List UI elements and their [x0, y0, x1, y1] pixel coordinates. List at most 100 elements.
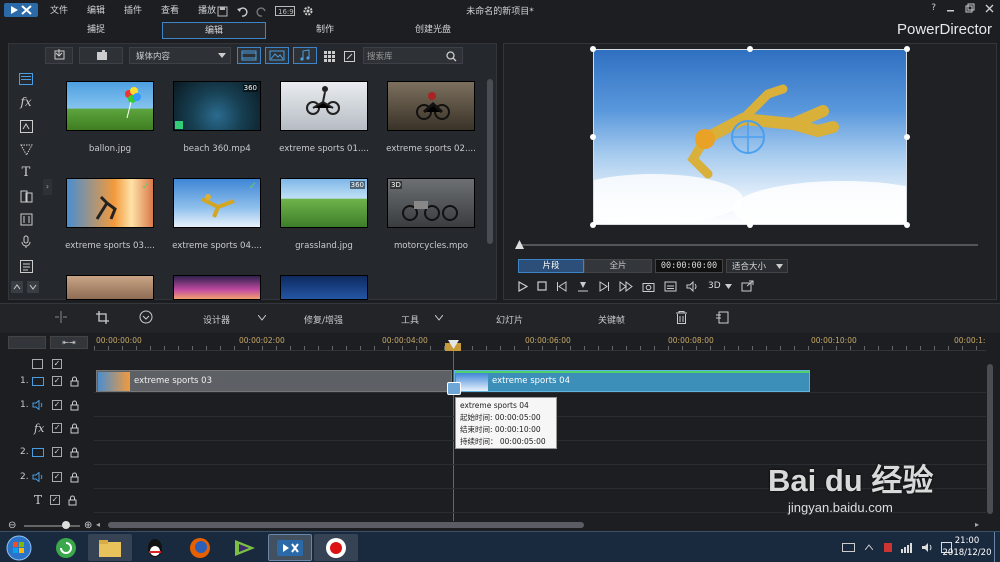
keyframe-button[interactable]: 关键帧 — [598, 313, 625, 326]
lock-icon[interactable] — [70, 472, 79, 483]
timecode-display[interactable]: 00:00:00:00 — [655, 259, 723, 273]
network-icon[interactable] — [901, 542, 913, 553]
stop-icon[interactable] — [537, 281, 547, 291]
security-icon[interactable] — [883, 541, 893, 553]
resize-handle[interactable] — [590, 46, 596, 52]
3d-toggle[interactable]: 3D — [708, 281, 721, 291]
preview-video-frame[interactable] — [593, 49, 907, 225]
resize-handle[interactable] — [747, 222, 753, 228]
movie-mode-button[interactable]: 全片 — [584, 259, 652, 273]
thumb-grassland[interactable]: 360 — [280, 178, 368, 228]
thumb-extreme-sports-02[interactable] — [387, 81, 475, 131]
tab-edit[interactable]: 编辑 — [162, 22, 266, 39]
media-type-dropdown[interactable]: 媒体内容 — [129, 47, 231, 64]
thumb-ballon[interactable] — [66, 81, 154, 131]
taskbar-recorder-icon[interactable] — [314, 534, 358, 561]
voice-over-icon[interactable] — [18, 234, 34, 250]
zoom-in-icon[interactable]: ⊕ — [84, 520, 92, 531]
enable-all-checkbox[interactable]: ✓ — [52, 359, 62, 369]
track-enable-checkbox[interactable]: ✓ — [52, 447, 62, 457]
particle-room-icon[interactable] — [18, 141, 34, 157]
thumb-extreme-sports-04[interactable]: ✓ — [173, 178, 261, 228]
next-frame-icon[interactable] — [598, 280, 610, 292]
track-enable-checkbox[interactable]: ✓ — [50, 495, 61, 505]
lock-icon[interactable] — [68, 495, 77, 506]
mask-icon[interactable] — [139, 310, 153, 324]
minimize-icon[interactable] — [946, 4, 955, 13]
scroll-right-icon[interactable]: ▸ — [975, 520, 979, 529]
fx-room-icon[interactable]: fx — [18, 94, 34, 110]
thumb-partial[interactable] — [280, 275, 368, 300]
clock[interactable]: 21:00 2018/12/20 — [942, 535, 992, 559]
timeline-h-scrollbar[interactable] — [108, 522, 584, 528]
help-icon[interactable]: ? — [931, 3, 936, 13]
taskbar-explorer-icon[interactable] — [88, 534, 132, 561]
transition-room-icon[interactable] — [18, 188, 34, 204]
track-manager-button[interactable] — [8, 336, 46, 349]
lock-icon[interactable] — [70, 447, 79, 458]
resize-handle[interactable] — [590, 222, 596, 228]
undock-icon[interactable] — [741, 280, 754, 292]
resize-handle[interactable] — [904, 134, 910, 140]
split-tool-icon[interactable] — [54, 311, 68, 323]
library-search-input[interactable]: 搜索库 — [363, 47, 463, 64]
tab-capture[interactable]: 捕捉 — [56, 22, 136, 39]
track-enable-checkbox[interactable]: ✓ — [52, 400, 62, 410]
zoom-slider[interactable] — [24, 525, 80, 527]
clip-mode-button[interactable]: 片段 — [518, 259, 584, 273]
taskbar-360-icon[interactable] — [44, 534, 88, 561]
thumb-beach-360[interactable]: 360 — [173, 81, 261, 131]
play-icon[interactable] — [518, 280, 528, 292]
tab-create-disc[interactable]: 创建光盘 — [393, 22, 473, 39]
previous-frame-icon[interactable] — [556, 280, 568, 292]
track-enable-checkbox[interactable]: ✓ — [52, 472, 62, 482]
tab-produce[interactable]: 制作 — [285, 22, 365, 39]
fast-forward-icon[interactable] — [619, 280, 633, 292]
scroll-left-icon[interactable]: ◂ — [96, 520, 100, 529]
timeline-clip-selected[interactable]: extreme sports 04 — [454, 370, 810, 392]
thumbnail-size-icon[interactable] — [341, 48, 357, 64]
tools-dropdown-icon[interactable] — [435, 315, 443, 321]
delete-trash-icon[interactable] — [676, 311, 687, 324]
title-room-icon[interactable]: T — [18, 164, 34, 180]
timeline-v-scrollbar[interactable] — [987, 364, 993, 514]
chapter-room-icon[interactable] — [18, 258, 34, 274]
zoom-slider-handle[interactable] — [62, 521, 70, 529]
media-room-icon[interactable] — [18, 71, 34, 87]
thumb-motorcycles[interactable]: 3D — [387, 178, 475, 228]
plugin-button[interactable] — [79, 47, 123, 64]
track-enable-checkbox[interactable]: ✓ — [52, 423, 63, 433]
resize-handle[interactable] — [904, 46, 910, 52]
expand-panel-icon[interactable]: › — [43, 179, 52, 195]
fit-timeline-icon[interactable]: ⇤⇥ — [50, 336, 88, 349]
resize-handle[interactable] — [747, 46, 753, 52]
taskbar-qq-icon[interactable] — [133, 534, 177, 561]
scroll-up-icon[interactable] — [11, 281, 23, 293]
select-all-checkbox[interactable] — [32, 359, 43, 369]
thumb-partial[interactable] — [173, 275, 261, 300]
designer-menu[interactable]: 设计器 — [203, 313, 230, 326]
scroll-down-icon[interactable] — [27, 281, 39, 293]
timeline-clip[interactable]: extreme sports 03 — [96, 370, 452, 392]
camera-snapshot-icon[interactable] — [642, 281, 655, 292]
track-enable-checkbox[interactable]: ✓ — [52, 376, 62, 386]
thumb-extreme-sports-03[interactable]: ✓ — [66, 178, 154, 228]
pip-room-icon[interactable] — [18, 118, 34, 134]
resize-handle[interactable] — [904, 222, 910, 228]
fit-size-dropdown[interactable]: 适合大小 — [726, 259, 788, 273]
fix-enhance-button[interactable]: 修复/增强 — [304, 313, 343, 326]
keyboard-icon[interactable] — [842, 542, 855, 552]
taskbar-powerdirector-icon[interactable] — [268, 534, 312, 561]
thumb-extreme-sports-01[interactable] — [280, 81, 368, 131]
filter-video-icon[interactable] — [237, 47, 261, 64]
preview-seekbar[interactable] — [518, 244, 978, 246]
zoom-out-icon[interactable]: ⊖ — [8, 520, 16, 531]
volume-icon[interactable] — [686, 280, 699, 292]
start-button[interactable] — [2, 534, 36, 561]
lock-icon[interactable] — [70, 423, 79, 434]
close-icon[interactable] — [985, 4, 994, 13]
library-scrollbar[interactable] — [487, 79, 493, 244]
taskbar-media-icon[interactable] — [223, 534, 267, 561]
timeline-ruler[interactable]: 00:00:00:00 00:00:02:00 00:00:04:00 00:0… — [94, 334, 986, 351]
tray-expand-icon[interactable] — [865, 544, 873, 550]
